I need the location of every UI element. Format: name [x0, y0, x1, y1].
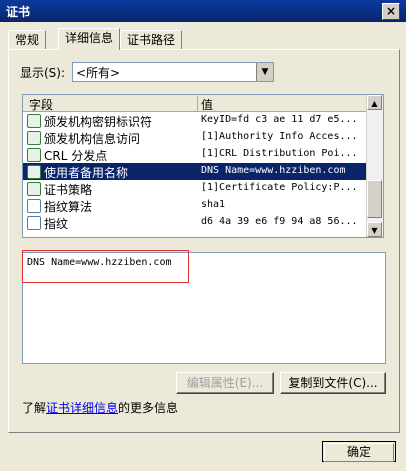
- tab-details[interactable]: 详细信息: [58, 28, 121, 50]
- value-detail-text: DNS Name=www.hzziben.com: [27, 257, 172, 268]
- field-value: d6 4a 39 e6 f9 94 a8 56...: [201, 216, 358, 227]
- value-detail-box[interactable]: DNS Name=www.hzziben.com: [22, 252, 386, 364]
- edit-properties-button[interactable]: 编辑属性(E)...: [176, 372, 274, 394]
- vertical-scrollbar[interactable]: ▲ ▼: [366, 95, 383, 237]
- title-bar: 证书 ×: [0, 0, 406, 22]
- list-rows: 颁发机构密钥标识符 KeyID=fd c3 ae 11 d7 e5... 颁发机…: [23, 112, 366, 231]
- field-value: [1]Authority Info Acces...: [201, 131, 358, 142]
- ok-button-label: 确定: [324, 443, 394, 462]
- field-value: [1]CRL Distribution Poi...: [201, 148, 358, 159]
- list-item[interactable]: 证书策略 [1]Certificate Policy:P...: [23, 180, 366, 197]
- tab-certification-path[interactable]: 证书路径: [120, 30, 183, 49]
- field-name: 颁发机构密钥标识符: [44, 115, 153, 129]
- field-value: DNS Name=www.hzziben.com: [201, 165, 346, 176]
- scroll-down-icon[interactable]: ▼: [367, 222, 382, 237]
- extension-icon: [27, 131, 41, 145]
- close-button[interactable]: ×: [382, 3, 400, 20]
- chevron-down-icon[interactable]: ▼: [256, 63, 273, 81]
- list-item[interactable]: 指纹算法 sha1: [23, 197, 366, 214]
- details-panel: 显示(S): <所有> ▼ 字段 值 颁发机构密钥标识符 KeyID=fd c3…: [8, 49, 400, 433]
- show-dropdown-value: <所有>: [76, 66, 121, 80]
- window-title: 证书: [6, 5, 31, 19]
- field-name: 指纹算法: [44, 200, 93, 214]
- list-item[interactable]: 颁发机构密钥标识符 KeyID=fd c3 ae 11 d7 e5...: [23, 112, 366, 129]
- column-header-value[interactable]: 值: [199, 96, 213, 113]
- field-list[interactable]: 字段 值 颁发机构密钥标识符 KeyID=fd c3 ae 11 d7 e5..…: [22, 94, 384, 238]
- show-dropdown[interactable]: <所有> ▼: [72, 62, 274, 82]
- scrollbar-thumb[interactable]: [367, 180, 382, 218]
- field-name: 证书策略: [44, 183, 93, 197]
- list-item-selected[interactable]: 使用者备用名称 DNS Name=www.hzziben.com: [23, 163, 366, 180]
- learn-more-text: 了解证书详细信息的更多信息: [22, 399, 178, 416]
- field-value: KeyID=fd c3 ae 11 d7 e5...: [201, 114, 358, 125]
- field-name: CRL 分发点: [44, 149, 108, 163]
- field-name: 颁发机构信息访问: [44, 132, 141, 146]
- property-icon: [27, 216, 41, 230]
- copy-to-file-button[interactable]: 复制到文件(C)...: [280, 372, 386, 394]
- scroll-up-icon[interactable]: ▲: [367, 95, 382, 110]
- list-item[interactable]: CRL 分发点 [1]CRL Distribution Poi...: [23, 146, 366, 163]
- field-value: [1]Certificate Policy:P...: [201, 182, 358, 193]
- extension-icon: [27, 165, 41, 179]
- extension-icon: [27, 182, 41, 196]
- field-name: 使用者备用名称: [44, 166, 129, 180]
- show-label: 显示(S):: [20, 66, 66, 80]
- learn-suffix: 的更多信息: [118, 401, 179, 415]
- column-header-field[interactable]: 字段: [23, 96, 198, 112]
- tab-general[interactable]: 常规: [8, 30, 47, 49]
- field-value: sha1: [201, 199, 226, 210]
- list-header: 字段 值: [23, 95, 366, 112]
- learn-prefix: 了解: [22, 401, 47, 415]
- property-icon: [27, 199, 41, 213]
- certificate-details-link[interactable]: 证书详细信息: [46, 401, 118, 415]
- extension-icon: [27, 114, 41, 128]
- list-item[interactable]: 颁发机构信息访问 [1]Authority Info Acces...: [23, 129, 366, 146]
- ok-button[interactable]: 确定: [322, 441, 396, 462]
- extension-icon: [27, 148, 41, 162]
- list-item[interactable]: 指纹 d6 4a 39 e6 f9 94 a8 56...: [23, 214, 366, 231]
- field-name: 指纹: [44, 217, 69, 231]
